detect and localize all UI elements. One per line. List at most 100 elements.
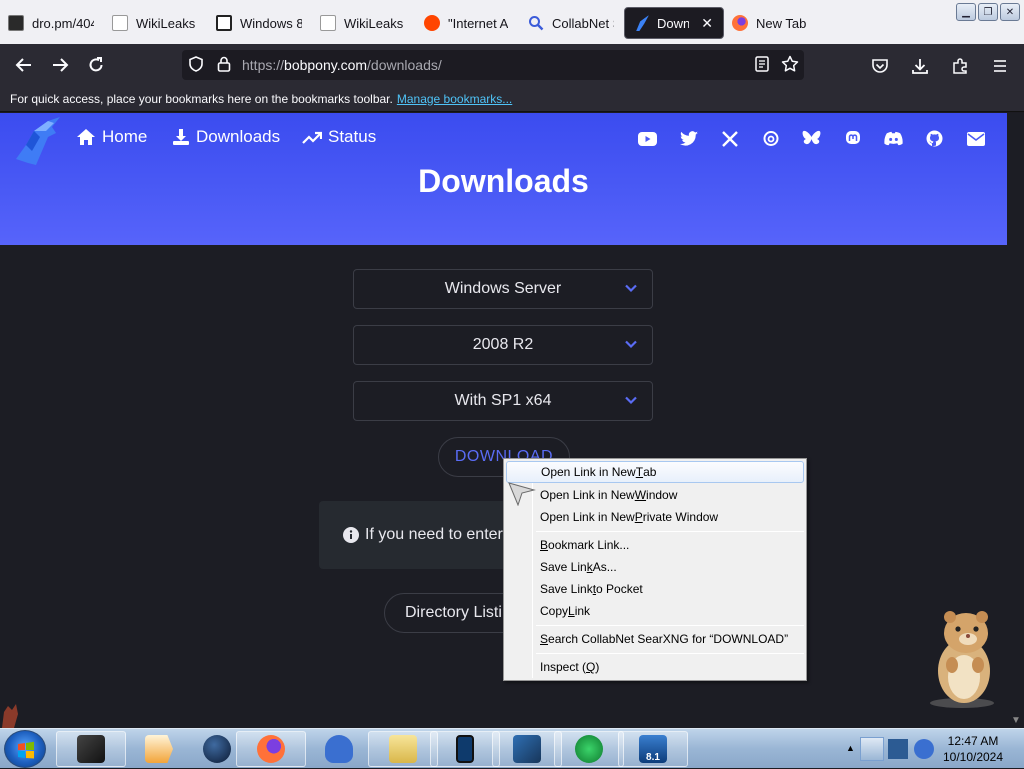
close-window-icon[interactable]: ✕: [1000, 3, 1020, 21]
os-select[interactable]: Windows Server: [353, 269, 653, 309]
tray-network-icon[interactable]: [888, 739, 908, 759]
tab-title: "Internet A: [448, 15, 509, 31]
os-select-value: Windows Server: [444, 280, 562, 297]
restore-icon[interactable]: ❐: [978, 3, 998, 21]
reload-icon[interactable]: [78, 49, 114, 81]
minimize-icon[interactable]: ▁: [956, 3, 976, 21]
tab-title: dro.pm/404: [32, 15, 94, 31]
menu-open-new-tab[interactable]: Open Link in New Tab: [506, 461, 804, 483]
bobpony-icon: [636, 15, 649, 31]
tab-title: CollabNet S: [552, 15, 614, 31]
info-text: If you need to enter: [365, 526, 503, 543]
threads-icon[interactable]: [761, 129, 780, 148]
tray-overflow-icon[interactable]: ▲: [846, 743, 855, 753]
menu-bookmark-link[interactable]: Bookmark Link...: [506, 534, 804, 556]
taskbar-virtualbox[interactable]: [492, 731, 562, 767]
tab-wikileaks-1[interactable]: WikiLeaks -: [104, 7, 208, 39]
url-text[interactable]: https://bobpony.com/downloads/: [238, 57, 748, 73]
menu-save-link-as[interactable]: Save Lin k As...: [506, 556, 804, 578]
edition-select[interactable]: With SP1 x64: [353, 381, 653, 421]
hero-banner: Home Downloads Status Downloads: [0, 113, 1007, 245]
downloads-icon[interactable]: [902, 50, 938, 82]
back-icon[interactable]: [6, 49, 42, 81]
menu-open-private-window[interactable]: Open Link in New Private Window: [506, 506, 804, 528]
scroll-down-icon[interactable]: ▼: [1011, 715, 1021, 726]
github-icon[interactable]: [925, 129, 944, 148]
twitter-icon[interactable]: [679, 129, 698, 148]
version-select-value: 2008 R2: [472, 336, 534, 353]
lock-icon[interactable]: [210, 56, 238, 75]
taskbar-explorer[interactable]: [368, 731, 438, 767]
page-scrollbar[interactable]: ▼: [1007, 113, 1024, 728]
menu-separator: [536, 653, 804, 654]
menu-separator: [536, 531, 804, 532]
page-title: Downloads: [418, 163, 589, 199]
windows-taskbar: 8.1 ▲ 12:47 AM 10/10/2024: [0, 728, 1024, 768]
taskbar-downloader[interactable]: [554, 731, 624, 767]
menu-search-selection[interactable]: Search CollabNet SearXNG for “DOWNLOAD”: [506, 628, 804, 650]
url-scheme: https://: [242, 57, 285, 73]
email-icon[interactable]: [966, 129, 985, 148]
pocket-icon[interactable]: [862, 50, 898, 82]
download-icon: [173, 129, 189, 145]
tray-shield-icon[interactable]: [860, 737, 884, 761]
info-icon: [343, 527, 359, 543]
taskbar-phone[interactable]: [430, 731, 500, 767]
x-icon[interactable]: [720, 129, 739, 148]
tab-title: WikiLeaks -: [136, 15, 198, 31]
mouse-pointer-icon: [508, 480, 536, 507]
wikileaks-icon: [320, 15, 336, 31]
discord-icon[interactable]: [884, 129, 903, 148]
url-bar[interactable]: https://bobpony.com/downloads/: [182, 50, 804, 80]
mastodon-icon[interactable]: [843, 129, 862, 148]
forward-icon[interactable]: [42, 49, 78, 81]
taskbar-clock[interactable]: 12:47 AM 10/10/2024: [940, 733, 1006, 765]
reader-view-icon[interactable]: [748, 55, 776, 75]
bookmark-star-icon[interactable]: [776, 55, 804, 76]
tab-title: Windows 8: [240, 15, 302, 31]
blue-mascot-icon: [325, 735, 353, 763]
bookmarks-hint: For quick access, place your bookmarks h…: [10, 91, 393, 106]
version-select[interactable]: 2008 R2: [353, 325, 653, 365]
extensions-icon[interactable]: [942, 50, 978, 82]
nav-status[interactable]: Status: [302, 127, 376, 147]
firefox-icon: [732, 15, 748, 31]
home-icon: [77, 129, 95, 145]
youtube-icon[interactable]: [638, 129, 657, 148]
tracking-shield-icon[interactable]: [182, 55, 210, 75]
nav-home[interactable]: Home: [76, 127, 147, 147]
tab-downloads-active[interactable]: Downloa ✕: [624, 7, 724, 39]
nav-status-label: Status: [328, 127, 377, 146]
taskbar-firefox[interactable]: [236, 731, 306, 767]
menu-open-new-window[interactable]: Open Link in New Window: [506, 484, 804, 506]
nav-downloads[interactable]: Downloads: [172, 127, 280, 147]
nav-downloads-label: Downloads: [196, 127, 281, 146]
clock-date: 10/10/2024: [942, 750, 1004, 764]
bluesky-icon[interactable]: [802, 129, 821, 148]
menu-save-to-pocket[interactable]: Save Link to Pocket: [506, 578, 804, 600]
tab-collabnet[interactable]: CollabNet S: [520, 7, 624, 39]
manage-bookmarks-link[interactable]: Manage bookmarks...: [397, 92, 512, 106]
folder-icon: [389, 735, 417, 763]
taskbar-app-box[interactable]: [56, 731, 126, 767]
tab-title: New Tab: [756, 15, 807, 31]
bookmarks-toolbar: For quick access, place your bookmarks h…: [0, 86, 1024, 112]
reddit-icon: [424, 15, 440, 31]
windows81-badge-icon: 8.1: [639, 735, 667, 763]
tray-app-icon[interactable]: [914, 739, 934, 759]
start-button[interactable]: [4, 730, 46, 768]
menu-icon[interactable]: [982, 50, 1018, 82]
tab-wikileaks-2[interactable]: WikiLeaks -: [312, 7, 416, 39]
chevron-down-icon: [625, 396, 637, 405]
taskbar-windows81[interactable]: 8.1: [618, 731, 688, 767]
tab-windows8[interactable]: Windows 8: [208, 7, 312, 39]
tab-reddit[interactable]: "Internet A: [416, 7, 520, 39]
menu-copy-link[interactable]: Copy Link: [506, 600, 804, 622]
bobpony-logo[interactable]: [12, 115, 64, 165]
close-tab-icon[interactable]: ✕: [701, 15, 713, 32]
black-box-icon: [77, 735, 105, 763]
tab-dro[interactable]: dro.pm/404: [0, 7, 104, 39]
tab-newtab[interactable]: New Tab: [724, 7, 820, 39]
menu-inspect[interactable]: Inspect (Q): [506, 656, 804, 678]
taskbar-app-mascot[interactable]: [304, 731, 374, 767]
